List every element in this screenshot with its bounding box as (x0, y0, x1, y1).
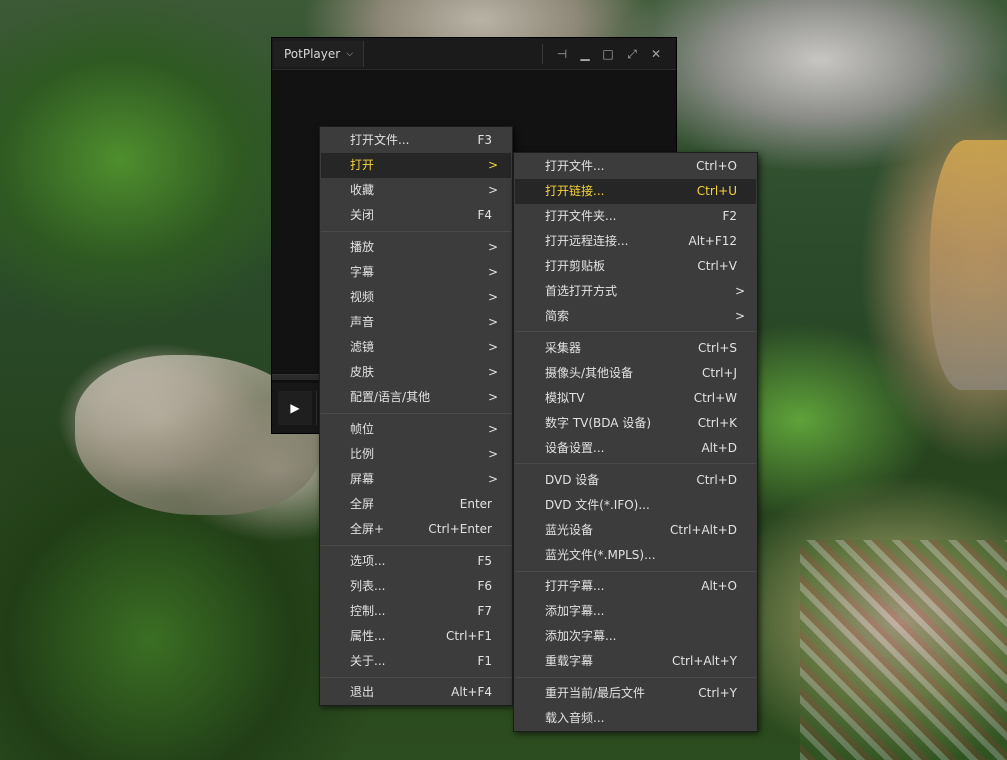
submenu-arrow-icon: > (487, 390, 498, 404)
pin-icon[interactable]: ⊣ (554, 46, 570, 62)
background-cliff-right (930, 140, 1007, 390)
chevron-down-icon: ⌵ (346, 49, 354, 59)
submenu-arrow-icon: > (734, 309, 745, 323)
menu-item-audio[interactable]: 声音 > (321, 310, 511, 335)
submenu-arrow-icon: > (487, 265, 498, 279)
submenu-arrow-icon: > (734, 284, 745, 298)
main-context-menu: 打开文件... F3 打开 > 收藏 > 关闭 F4 播放 > 字幕 > 视频 … (319, 126, 513, 706)
submenu-arrow-icon: > (487, 472, 498, 486)
close-icon[interactable]: ✕ (648, 46, 664, 62)
submenu-arrow-icon: > (487, 290, 498, 304)
control-divider (316, 391, 317, 425)
fullscreen-icon[interactable]: ⤢ (624, 46, 640, 62)
menu-item-favorites[interactable]: 收藏 > (321, 178, 511, 203)
submenu-item-open-url[interactable]: 打开链接... Ctrl+U (515, 179, 756, 204)
submenu-item-webcam[interactable]: 摄像头/其他设备 Ctrl+J (515, 361, 756, 386)
menu-item-open[interactable]: 打开 > (321, 153, 511, 178)
submenu-arrow-icon: > (487, 422, 498, 436)
background-village (800, 540, 1007, 760)
menu-separator (515, 331, 756, 332)
maximize-icon[interactable]: □ (600, 46, 616, 62)
menu-item-options[interactable]: 选项... F5 (321, 549, 511, 574)
submenu-item-add-secondary-subtitle[interactable]: 添加次字幕... (515, 624, 756, 649)
submenu-item-digital-tv[interactable]: 数字 TV(BDA 设备) Ctrl+K (515, 411, 756, 436)
app-menu-button[interactable]: PotPlayer ⌵ (274, 41, 365, 67)
submenu-arrow-icon: > (487, 315, 498, 329)
submenu-item-reopen-last-file[interactable]: 重开当前/最后文件 Ctrl+Y (515, 681, 756, 706)
submenu-item-open-remote[interactable]: 打开远程连接... Alt+F12 (515, 229, 756, 254)
menu-item-properties[interactable]: 属性... Ctrl+F1 (321, 624, 511, 649)
menu-separator (515, 571, 756, 572)
submenu-item-preferred-open[interactable]: 首选打开方式 > (515, 279, 756, 304)
menu-item-fullscreen[interactable]: 全屏 Enter (321, 492, 511, 517)
submenu-item-dvd-device[interactable]: DVD 设备 Ctrl+D (515, 468, 756, 493)
submenu-arrow-icon: > (487, 158, 498, 172)
menu-item-control[interactable]: 控制... F7 (321, 599, 511, 624)
menu-item-playback[interactable]: 播放 > (321, 235, 511, 260)
submenu-item-open-file[interactable]: 打开文件... Ctrl+O (515, 154, 756, 179)
menu-separator (515, 677, 756, 678)
submenu-arrow-icon: > (487, 447, 498, 461)
menu-item-filters[interactable]: 滤镜 > (321, 335, 511, 360)
menu-item-frame[interactable]: 帧位 > (321, 417, 511, 442)
submenu-arrow-icon: > (487, 340, 498, 354)
submenu-item-device-settings[interactable]: 设备设置... Alt+D (515, 436, 756, 461)
menu-item-open-file[interactable]: 打开文件... F3 (321, 128, 511, 153)
submenu-arrow-icon: > (487, 240, 498, 254)
menu-item-skins[interactable]: 皮肤 > (321, 360, 511, 385)
app-title: PotPlayer (284, 47, 341, 61)
submenu-item-bluray-file[interactable]: 蓝光文件(*.MPLS)... (515, 543, 756, 568)
submenu-item-open-clipboard[interactable]: 打开剪贴板 Ctrl+V (515, 254, 756, 279)
menu-separator (321, 545, 511, 546)
submenu-item-open-subtitle[interactable]: 打开字幕... Alt+O (515, 574, 756, 599)
menu-separator (321, 413, 511, 414)
title-controls-divider (542, 44, 543, 64)
open-submenu: 打开文件... Ctrl+O 打开链接... Ctrl+U 打开文件夹... F… (513, 152, 758, 732)
minimize-icon[interactable]: ▁ (577, 46, 593, 62)
menu-item-close[interactable]: 关闭 F4 (321, 203, 511, 228)
menu-item-screen[interactable]: 屏幕 > (321, 467, 511, 492)
submenu-item-bluray-device[interactable]: 蓝光设备 Ctrl+Alt+D (515, 518, 756, 543)
menu-item-fullscreen-plus[interactable]: 全屏+ Ctrl+Enter (321, 517, 511, 542)
menu-item-video[interactable]: 视频 > (321, 285, 511, 310)
menu-item-aspect-ratio[interactable]: 比例 > (321, 442, 511, 467)
play-icon: ▶ (290, 401, 300, 415)
menu-separator (321, 677, 511, 678)
play-button[interactable]: ▶ (278, 391, 312, 425)
menu-separator (321, 231, 511, 232)
submenu-item-reload-subtitle[interactable]: 重载字幕 Ctrl+Alt+Y (515, 649, 756, 674)
submenu-item-capture[interactable]: 采集器 Ctrl+S (515, 336, 756, 361)
submenu-item-add-subtitle[interactable]: 添加字幕... (515, 599, 756, 624)
menu-item-about[interactable]: 关于... F1 (321, 649, 511, 674)
menu-item-exit[interactable]: 退出 Alt+F4 (321, 680, 511, 705)
submenu-item-analog-tv[interactable]: 模拟TV Ctrl+W (515, 386, 756, 411)
menu-separator (515, 463, 756, 464)
submenu-item-load-audio[interactable]: 载入音频... (515, 706, 756, 731)
submenu-item-dvd-file[interactable]: DVD 文件(*.IFO)... (515, 493, 756, 518)
submenu-arrow-icon: > (487, 183, 498, 197)
submenu-item-quick-search[interactable]: 简索 > (515, 304, 756, 329)
title-bar[interactable]: PotPlayer ⌵ ⊣ ▁ □ ⤢ ✕ (272, 38, 676, 70)
submenu-arrow-icon: > (487, 365, 498, 379)
menu-item-subtitles[interactable]: 字幕 > (321, 260, 511, 285)
submenu-item-open-folder[interactable]: 打开文件夹... F2 (515, 204, 756, 229)
menu-item-playlist[interactable]: 列表... F6 (321, 574, 511, 599)
menu-item-config-language[interactable]: 配置/语言/其他 > (321, 385, 511, 410)
